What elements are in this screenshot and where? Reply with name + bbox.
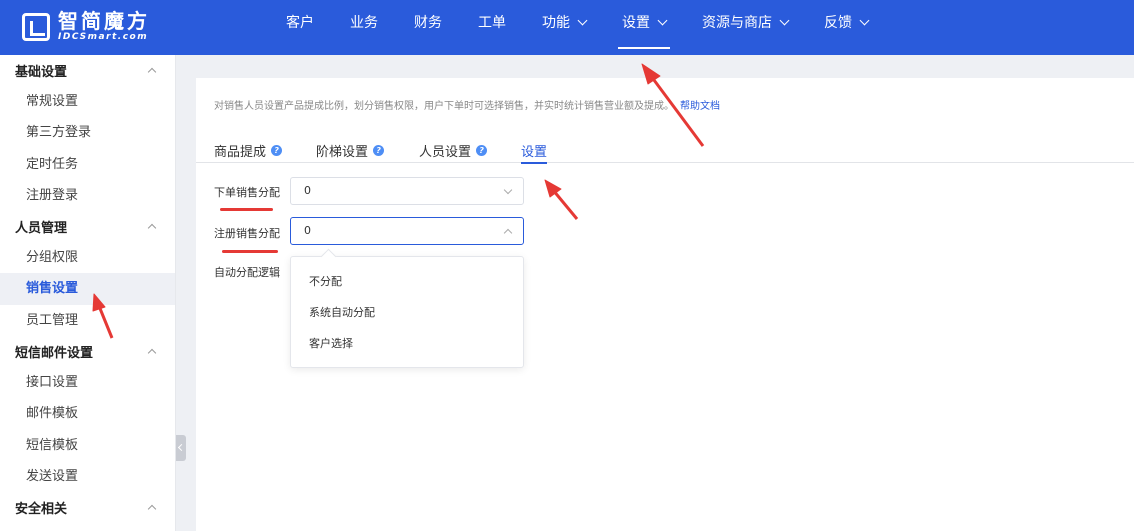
nav-item-features[interactable]: 功能 <box>524 0 604 55</box>
sidebar-item-interface-settings[interactable]: 接口设置 <box>0 367 175 398</box>
top-navbar: 智简魔方 IDCSmart.com 客户 业务 财务 工单 功能 设置 资源与商… <box>0 0 1134 55</box>
sidebar-item-email-templates[interactable]: 邮件模板 <box>0 398 175 429</box>
chevron-down-icon <box>577 15 588 26</box>
auto-assign-label: 自动分配逻辑 <box>214 266 280 279</box>
main-nav: 客户 业务 财务 工单 功能 设置 资源与商店 反馈 <box>268 0 886 55</box>
register-sales-dropdown: 不分配 系统自动分配 客户选择 <box>290 256 524 368</box>
sidebar-item-third-party-login[interactable]: 第三方登录 <box>0 117 175 148</box>
sidebar-item-sms-templates[interactable]: 短信模板 <box>0 430 175 461</box>
chevron-down-icon <box>503 185 513 195</box>
nav-item-settings[interactable]: 设置 <box>604 0 684 55</box>
help-icon[interactable]: ? <box>271 144 283 156</box>
tab-bar: 商品提成? 阶梯设置? 人员设置? 设置 <box>196 133 1134 164</box>
chevron-down-icon <box>779 15 790 26</box>
register-sales-value: 0 <box>304 224 311 237</box>
sidebar-group-basic[interactable]: 基础设置 <box>0 55 175 86</box>
logo[interactable]: 智简魔方 IDCSmart.com <box>22 10 150 43</box>
chevron-down-icon <box>657 15 668 26</box>
sidebar-item-sales-settings[interactable]: 销售设置 <box>0 273 175 305</box>
order-sales-select[interactable]: 0 <box>290 177 524 205</box>
dropdown-option-no-assign[interactable]: 不分配 <box>291 266 523 297</box>
nav-item-feedback[interactable]: 反馈 <box>806 0 886 55</box>
sidebar-group-sms-email[interactable]: 短信邮件设置 <box>0 336 175 367</box>
sidebar-item-group-permissions[interactable]: 分组权限 <box>0 242 175 273</box>
logo-icon <box>22 12 50 41</box>
dropdown-option-customer-choice[interactable]: 客户选择 <box>291 328 523 359</box>
chevron-down-icon <box>859 15 870 26</box>
tab-tier-settings[interactable]: 阶梯设置? <box>316 137 385 163</box>
nav-item-resources-store[interactable]: 资源与商店 <box>684 0 806 55</box>
order-sales-label: 下单销售分配 <box>214 186 280 199</box>
sidebar-item-send-settings[interactable]: 发送设置 <box>0 461 175 492</box>
sidebar-item-general[interactable]: 常规设置 <box>0 86 175 117</box>
sidebar-item-employee-management[interactable]: 员工管理 <box>0 305 175 336</box>
chevron-up-icon <box>147 348 157 358</box>
page-description: 对销售人员设置产品提成比例，划分销售权限，用户下单时可选择销售，并实时统计销售营… <box>214 101 720 112</box>
main-panel: 对销售人员设置产品提成比例，划分销售权限，用户下单时可选择销售，并实时统计销售营… <box>196 78 1134 531</box>
nav-item-finance[interactable]: 财务 <box>396 0 460 55</box>
help-icon[interactable]: ? <box>476 144 488 156</box>
sidebar-collapse-handle[interactable] <box>176 435 186 461</box>
logo-subtitle: IDCSmart.com <box>58 32 149 42</box>
chevron-up-icon <box>147 223 157 233</box>
register-sales-select[interactable]: 0 <box>290 217 524 245</box>
chevron-up-icon <box>147 505 157 514</box>
tab-staff-settings[interactable]: 人员设置? <box>419 137 488 163</box>
sidebar-item-scheduled-tasks[interactable]: 定时任务 <box>0 149 175 180</box>
help-doc-link[interactable]: 帮助文档 <box>680 101 720 112</box>
chevron-up-icon <box>503 228 513 238</box>
sidebar-item-register-login[interactable]: 注册登录 <box>0 180 175 211</box>
nav-item-ticket[interactable]: 工单 <box>460 0 524 55</box>
help-icon[interactable]: ? <box>373 144 385 156</box>
dropdown-option-auto-assign[interactable]: 系统自动分配 <box>291 297 523 328</box>
chevron-up-icon <box>147 67 157 77</box>
sidebar-group-staff[interactable]: 人员管理 <box>0 211 175 242</box>
sidebar-group-security[interactable]: 安全相关 <box>0 492 175 523</box>
annotation-underline <box>222 250 278 253</box>
nav-item-business[interactable]: 业务 <box>332 0 396 55</box>
logo-title: 智简魔方 <box>58 9 150 33</box>
register-sales-label: 注册销售分配 <box>214 227 280 240</box>
nav-item-customer[interactable]: 客户 <box>268 0 332 55</box>
tab-settings[interactable]: 设置 <box>521 137 548 164</box>
order-sales-value: 0 <box>304 184 311 197</box>
tab-product-commission[interactable]: 商品提成? <box>214 137 283 163</box>
sidebar: 基础设置 常规设置 第三方登录 定时任务 注册登录 人员管理 分组权限 销售设置… <box>0 55 176 531</box>
annotation-underline <box>220 208 273 211</box>
